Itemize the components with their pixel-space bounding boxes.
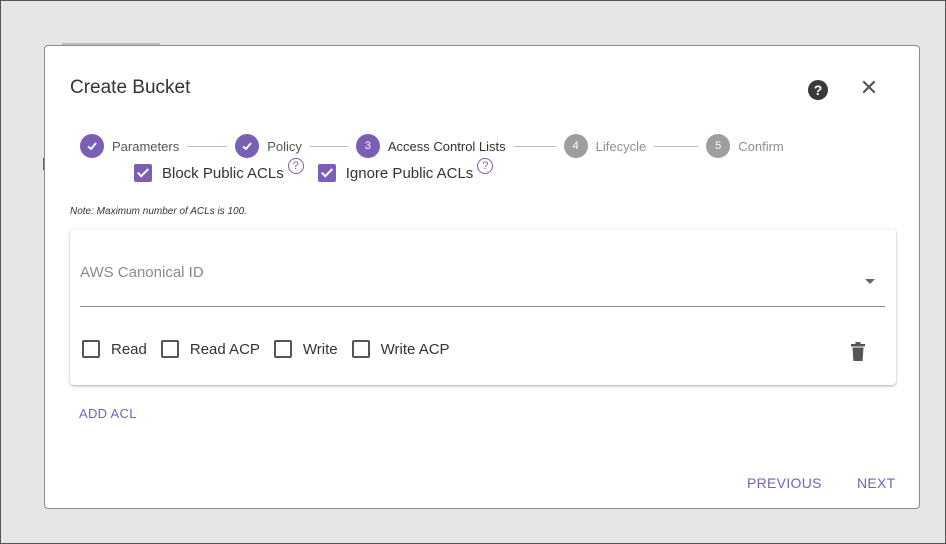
step-connector [654, 145, 699, 147]
step-connector [309, 145, 348, 147]
write-checkbox[interactable] [273, 340, 292, 358]
check-icon [80, 134, 104, 158]
permission-write-acp[interactable]: Write ACP [351, 340, 450, 358]
step-label: Access Control Lists [387, 138, 506, 154]
input-underline [80, 306, 885, 307]
stepper: Parameters Policy 3 Access Control Lists… [80, 134, 895, 158]
step-number: 3 [355, 134, 380, 158]
step-label: Parameters [112, 138, 180, 154]
step-confirm: 5 Confirm [706, 134, 784, 158]
step-parameters: Parameters [80, 134, 179, 158]
check-icon [235, 134, 260, 158]
acl-limit-note: Note: Maximum number of ACLs is 100. [70, 206, 247, 217]
help-icon[interactable]: ? [477, 158, 494, 174]
public-acl-options: Block Public ACLs ? Ignore Public ACLs ? [134, 158, 507, 182]
step-policy: Policy [235, 134, 302, 158]
next-button[interactable]: NEXT [857, 475, 896, 491]
dialog-title: Create Bucket [70, 77, 191, 98]
step-label: Lifecycle [595, 138, 647, 154]
ignore-public-acls-option[interactable]: Ignore Public ACLs ? [317, 158, 494, 182]
acl-permissions: Read Read ACP Write Write ACP [82, 340, 464, 358]
trash-icon[interactable] [850, 342, 866, 362]
dropdown-arrow-icon[interactable] [865, 279, 875, 284]
write-acp-checkbox[interactable] [351, 340, 370, 358]
canonical-id-input[interactable]: AWS Canonical ID [80, 264, 204, 281]
permission-label: Write ACP [380, 340, 450, 358]
read-acp-checkbox[interactable] [160, 340, 179, 358]
step-label: Confirm [738, 138, 784, 154]
ignore-public-acls-label: Ignore Public ACLs [345, 164, 474, 182]
create-bucket-dialog: Create Bucket ? ✕ Parameters Policy 3 Ac… [44, 45, 920, 509]
step-connector [513, 145, 556, 147]
acl-entry-card: AWS Canonical ID Read Read ACP Write Wri… [70, 229, 896, 385]
close-icon[interactable]: ✕ [857, 76, 881, 100]
previous-button[interactable]: PREVIOUS [747, 475, 822, 491]
permission-read[interactable]: Read [82, 340, 147, 358]
block-public-acls-option[interactable]: Block Public ACLs ? [134, 158, 304, 182]
step-number: 5 [706, 134, 731, 158]
permission-write[interactable]: Write [273, 340, 338, 358]
step-lifecycle: 4 Lifecycle [563, 134, 647, 158]
step-number: 4 [563, 134, 588, 158]
permission-label: Read ACP [189, 340, 260, 358]
add-acl-button[interactable]: ADD ACL [79, 406, 137, 421]
read-checkbox[interactable] [82, 340, 100, 358]
permission-read-acp[interactable]: Read ACP [160, 340, 260, 358]
block-public-acls-checkbox[interactable] [134, 164, 152, 182]
permission-label: Write [302, 340, 338, 358]
permission-label: Read [111, 340, 147, 358]
help-icon[interactable]: ? [287, 158, 304, 174]
ignore-public-acls-checkbox[interactable] [317, 164, 336, 182]
step-access-control-lists: 3 Access Control Lists [355, 134, 506, 158]
block-public-acls-label: Block Public ACLs [162, 164, 284, 182]
step-connector [187, 145, 228, 147]
help-circle-icon[interactable]: ? [808, 80, 828, 100]
step-label: Policy [267, 138, 302, 154]
